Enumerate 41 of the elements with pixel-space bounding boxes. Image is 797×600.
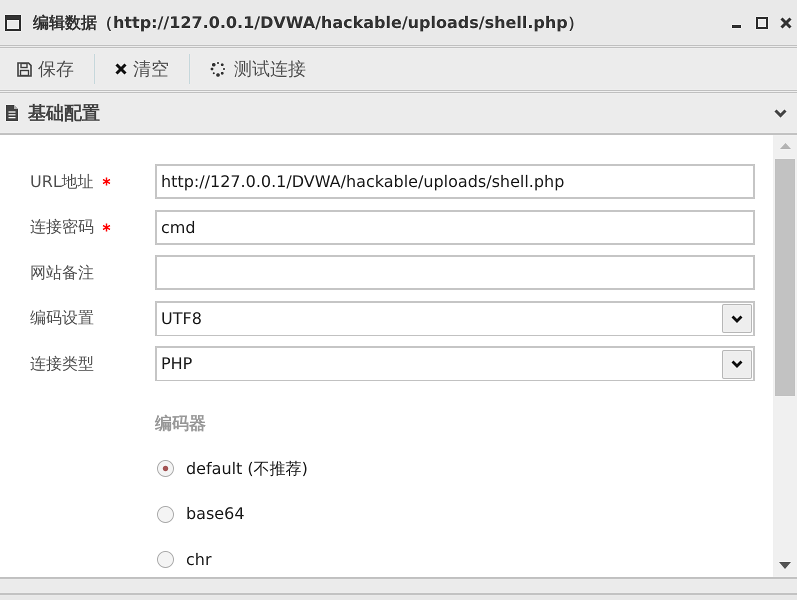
save-icon [17,62,32,76]
chevron-down-icon [731,360,743,368]
clear-button[interactable]: 清空 [108,52,176,86]
clear-icon [115,63,127,75]
radio-button[interactable] [157,551,174,568]
input-field[interactable]: cmd [155,210,755,244]
radio-label[interactable]: base64 [186,502,244,526]
scroll-down-icon[interactable] [779,562,791,569]
panel-title: 基础配置 [28,102,100,124]
radio-button[interactable] [157,506,174,522]
input-field[interactable]: http://127.0.0.1/DVWA/hackable/uploads/shell.php [155,164,755,199]
dropdown-field[interactable]: PHP [155,346,755,381]
minimize-icon [732,25,741,28]
dropdown-button[interactable] [722,350,752,378]
panel-header[interactable]: 基础配置 [0,93,797,135]
document-icon [6,105,18,121]
save-button[interactable]: 保存 [10,52,81,86]
field-label: 编码设置 [30,307,94,329]
test-connection-button[interactable]: 测试连接 [203,52,313,86]
close-icon [780,16,792,28]
maximize-button[interactable] [756,16,768,28]
maximize-icon [756,16,768,28]
radio-label[interactable]: chr [186,548,212,572]
scrollbar[interactable] [773,135,797,577]
chevron-down-icon [731,314,743,322]
scrollbar-thumb[interactable] [775,159,795,396]
radio-label[interactable]: default (不推荐) [186,456,308,480]
scroll-up-icon[interactable] [780,143,790,149]
radio-button[interactable] [157,460,174,477]
spinner-icon [210,61,226,77]
section-label: 编码器 [155,412,206,434]
dropdown-field[interactable]: UTF8 [155,300,755,336]
window-title: 编辑数据（http://127.0.0.1/DVWA/hackable/uploads/shell.php） [33,12,584,34]
dropdown-button[interactable] [722,304,752,333]
input-field[interactable] [155,255,755,290]
field-label: 网站备注 [30,262,94,284]
field-label: 连接类型 [30,352,94,374]
close-button[interactable] [780,16,792,28]
field-label: 连接密码 [30,216,94,238]
window-icon [5,14,21,30]
field-label: URL地址 [30,170,94,192]
